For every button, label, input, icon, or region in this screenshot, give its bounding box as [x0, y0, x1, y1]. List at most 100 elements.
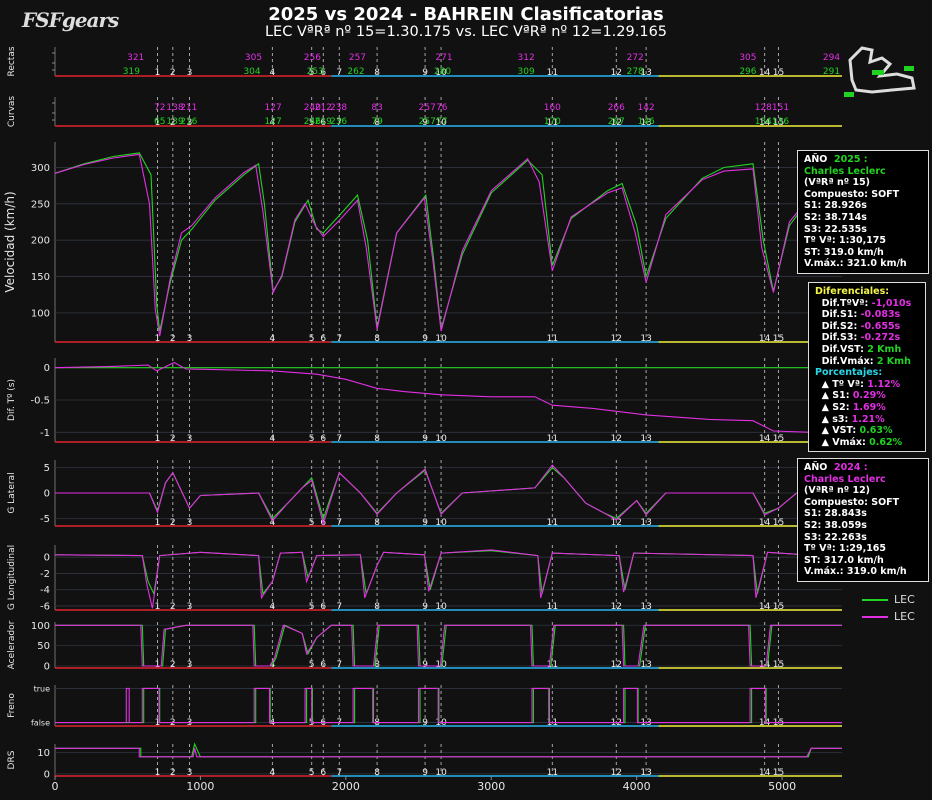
data-label-2025: 291 [823, 67, 840, 77]
y-tick-label: 100 [31, 308, 50, 319]
corner-label: 12 [611, 602, 622, 612]
corner-label: 1 [155, 768, 161, 778]
corner-label: 4 [270, 768, 276, 778]
y-tick-label: 0 [44, 661, 50, 672]
corner-label: 1 [155, 68, 161, 78]
y-tick-label: 0 [44, 769, 50, 780]
corner-label: 15 [773, 334, 784, 344]
data-label-2024: 238 [330, 103, 347, 113]
data-label-2025: 236 [330, 117, 347, 127]
corner-label: 2 [170, 434, 176, 444]
y-tick-label: -4 [40, 585, 50, 596]
data-label-2024: 257 [349, 53, 366, 63]
y-tick-label: -0.5 [30, 396, 50, 407]
sector3-time: S3: 22.535s [804, 223, 867, 235]
max-speed: V.máx.: 319.0 km/h [804, 566, 907, 578]
y-tick-label: -2 [40, 569, 50, 580]
corner-label: 7 [336, 434, 342, 444]
y-axis-label: Dif. Tº (s) [7, 379, 17, 421]
y-tick-label: -5 [40, 514, 50, 525]
diff-row: Dif.S2: -0.655s [821, 320, 901, 332]
corner-label: 12 [611, 768, 622, 778]
corner-label: 5 [309, 768, 315, 778]
corner-label: 8 [374, 68, 380, 78]
data-label-2024: 211 [180, 103, 197, 113]
corner-label: 5 [309, 660, 315, 670]
corner-label: 12 [611, 334, 622, 344]
sector3-time: S3: 22.263s [804, 531, 867, 543]
y-axis-label: Velocidad (km/h) [3, 191, 17, 292]
pct-row: ▲ S2: 1.69% [821, 401, 886, 413]
corner-label: 6 [320, 334, 326, 344]
corner-label: 7 [336, 660, 342, 670]
data-label-2025: 280 [434, 67, 451, 77]
legend-item-2024[interactable]: LEC [862, 608, 915, 625]
corner-label: 4 [270, 518, 276, 528]
corner-label: 15 [773, 518, 784, 528]
corner-label: 9 [422, 334, 428, 344]
max-speed: V.máx.: 321.0 km/h [804, 258, 907, 270]
y-tick-label: 150 [31, 272, 50, 283]
data-label-2024: 128151 [755, 103, 789, 113]
y-tick-label: -6 [40, 601, 50, 612]
pct-row: ▲ Vmáx: 0.62% [821, 436, 903, 448]
corner-label: 5 [309, 602, 315, 612]
diff-row: Dif.TºVª: -1,010s [821, 297, 912, 309]
corner-label: 9 [422, 518, 428, 528]
corner-label: 7 [336, 518, 342, 528]
data-label-2025: 65 [154, 117, 165, 127]
data-label-2024: 257 [419, 103, 436, 113]
speed-trap: ST: 317.0 km/h [804, 554, 884, 566]
corner-label: 14 [759, 768, 771, 778]
data-label-2024: 76 [436, 103, 448, 113]
corner-label: 11 [547, 434, 558, 444]
corner-label: 11 [547, 334, 558, 344]
data-label-2025: 146 [638, 117, 655, 127]
corner-label: 5 [309, 434, 315, 444]
corner-label: 3 [187, 660, 193, 670]
diff-header: Diferenciales: [815, 286, 890, 297]
corner-label: 12 [611, 434, 622, 444]
data-label-2025: 127 [265, 117, 282, 127]
legend-item-2025[interactable]: LEC [862, 591, 915, 608]
corner-label: 9 [422, 602, 428, 612]
corner-label: 14 [759, 518, 771, 528]
corner-label: 7 [336, 768, 342, 778]
info-box-2024: AÑO 2024 : Charles Leclerc (VªRª nº 12) … [797, 458, 929, 582]
corner-label: 11 [547, 68, 558, 78]
x-tick-label: 4000 [623, 780, 651, 793]
y-tick-label: 5 [44, 463, 50, 474]
corner-label: 4 [270, 334, 276, 344]
corner-label: 7 [336, 334, 342, 344]
y-axis-label: Curvas [7, 96, 17, 128]
panel-speed: Velocidad (km/h) 100 150 200 250 300 1 2 3 4 5 6 7 8 9… [3, 142, 843, 344]
y-axis-label: DRS [7, 750, 17, 769]
data-label-2025: 304 [243, 67, 260, 77]
y-tick-label: 100 [31, 621, 50, 632]
data-label-2024: 142 [638, 103, 655, 113]
x-tick-label: 2000 [332, 780, 360, 793]
corner-label: 14 [759, 68, 771, 78]
y-tick-label: 10 [37, 748, 50, 759]
corner-label: 3 [187, 518, 193, 528]
y-axis-label: Rectas [7, 46, 17, 76]
data-label-2024: 256 [304, 53, 321, 63]
corner-label: 8 [374, 434, 380, 444]
data-label-2024: 72 [154, 103, 165, 113]
telemetry-chart: Rectas 1 2 3 4 5 6 7 8 9 10 11 12 13 14 15321 305 256 257 2… [3, 46, 843, 793]
corner-label: 13 [640, 602, 651, 612]
lap-time: Tº Vª: 1:29,165 [804, 543, 887, 555]
corner-label: 5 [309, 518, 315, 528]
corner-label: 3 [187, 334, 193, 344]
corner-label: 9 [422, 768, 428, 778]
data-label-2025: 216 [180, 117, 197, 127]
corner-label: 14 [759, 660, 771, 670]
data-label-2025: 296 [739, 67, 756, 77]
corner-label: 10 [435, 434, 447, 444]
corner-label: 15 [773, 602, 784, 612]
corner-label: 8 [374, 518, 380, 528]
corner-label: 6 [320, 602, 326, 612]
panel-drs: DRS0101 2 3 4 5 6 7 8 9 10 11 12 13 14 15 [7, 742, 842, 780]
x-tick-label: 3000 [477, 780, 505, 793]
corner-label: 9 [422, 718, 428, 728]
